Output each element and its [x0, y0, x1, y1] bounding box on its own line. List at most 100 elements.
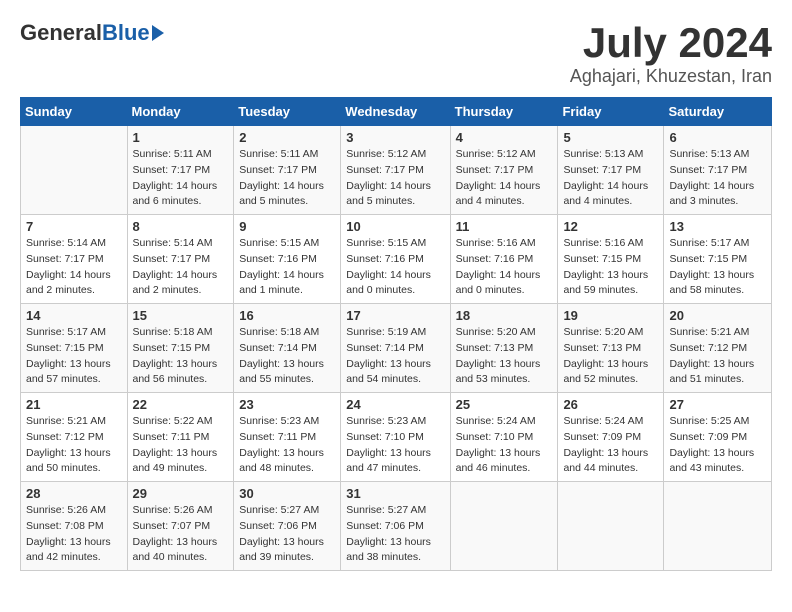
header-day-saturday: Saturday	[664, 98, 772, 126]
day-info: Sunrise: 5:24 AMSunset: 7:10 PMDaylight:…	[456, 414, 553, 477]
day-number: 29	[133, 486, 229, 501]
calendar-cell: 3Sunrise: 5:12 AMSunset: 7:17 PMDaylight…	[341, 126, 450, 215]
day-number: 13	[669, 219, 766, 234]
day-info: Sunrise: 5:21 AMSunset: 7:12 PMDaylight:…	[26, 414, 122, 477]
page-header: General Blue July 2024 Aghajari, Khuzest…	[20, 20, 772, 87]
day-number: 22	[133, 397, 229, 412]
day-number: 10	[346, 219, 444, 234]
day-number: 21	[26, 397, 122, 412]
day-number: 15	[133, 308, 229, 323]
week-row-1: 1 Sunrise: 5:11 AMSunset: 7:17 PMDaylight…	[21, 126, 772, 215]
header-day-sunday: Sunday	[21, 98, 128, 126]
calendar-cell: 29 Sunrise: 5:26 AMSunset: 7:07 PMDayligh…	[127, 482, 234, 571]
day-number: 31	[346, 486, 444, 501]
location-title: Aghajari, Khuzestan, Iran	[570, 66, 772, 87]
calendar-cell: 16Sunrise: 5:18 AMSunset: 7:14 PMDayligh…	[234, 304, 341, 393]
day-number: 27	[669, 397, 766, 412]
calendar-cell	[450, 482, 558, 571]
header-day-wednesday: Wednesday	[341, 98, 450, 126]
day-number: 25	[456, 397, 553, 412]
day-number: 9	[239, 219, 335, 234]
day-info: Sunrise: 5:20 AMSunset: 7:13 PMDaylight:…	[563, 325, 658, 388]
calendar-cell: 17Sunrise: 5:19 AMSunset: 7:14 PMDayligh…	[341, 304, 450, 393]
day-info: Sunrise: 5:16 AMSunset: 7:16 PMDaylight:…	[456, 236, 553, 299]
header-day-friday: Friday	[558, 98, 664, 126]
logo-arrow-icon	[152, 25, 164, 41]
day-info: Sunrise: 5:14 AMSunset: 7:17 PMDaylight:…	[133, 236, 229, 299]
day-info: Sunrise: 5:27 AMSunset: 7:06 PMDaylight:…	[239, 503, 335, 566]
calendar-cell: 23Sunrise: 5:23 AMSunset: 7:11 PMDayligh…	[234, 393, 341, 482]
logo-general-text: General	[20, 20, 102, 46]
calendar-cell: 13 Sunrise: 5:17 AMSunset: 7:15 PMDayligh…	[664, 215, 772, 304]
calendar-cell: 21 Sunrise: 5:21 AMSunset: 7:12 PMDayligh…	[21, 393, 128, 482]
calendar-cell: 25 Sunrise: 5:24 AMSunset: 7:10 PMDayligh…	[450, 393, 558, 482]
day-info: Sunrise: 5:11 AMSunset: 7:17 PMDaylight:…	[239, 147, 335, 210]
calendar-cell: 19 Sunrise: 5:20 AMSunset: 7:13 PMDayligh…	[558, 304, 664, 393]
calendar-cell: 28 Sunrise: 5:26 AMSunset: 7:08 PMDayligh…	[21, 482, 128, 571]
calendar-table: SundayMondayTuesdayWednesdayThursdayFrid…	[20, 97, 772, 571]
calendar-cell: 9Sunrise: 5:15 AMSunset: 7:16 PMDaylight…	[234, 215, 341, 304]
month-title: July 2024	[570, 20, 772, 66]
day-number: 7	[26, 219, 122, 234]
calendar-cell: 1 Sunrise: 5:11 AMSunset: 7:17 PMDaylight…	[127, 126, 234, 215]
calendar-cell: 5 Sunrise: 5:13 AMSunset: 7:17 PMDaylight…	[558, 126, 664, 215]
week-row-4: 21 Sunrise: 5:21 AMSunset: 7:12 PMDayligh…	[21, 393, 772, 482]
day-info: Sunrise: 5:12 AMSunset: 7:17 PMDaylight:…	[456, 147, 553, 210]
day-info: Sunrise: 5:15 AMSunset: 7:16 PMDaylight:…	[346, 236, 444, 299]
day-info: Sunrise: 5:23 AMSunset: 7:10 PMDaylight:…	[346, 414, 444, 477]
day-number: 16	[239, 308, 335, 323]
calendar-cell: 7 Sunrise: 5:14 AMSunset: 7:17 PMDaylight…	[21, 215, 128, 304]
header-row: SundayMondayTuesdayWednesdayThursdayFrid…	[21, 98, 772, 126]
calendar-cell: 24 Sunrise: 5:23 AMSunset: 7:10 PMDayligh…	[341, 393, 450, 482]
day-number: 19	[563, 308, 658, 323]
calendar-cell: 2Sunrise: 5:11 AMSunset: 7:17 PMDaylight…	[234, 126, 341, 215]
calendar-cell: 22Sunrise: 5:22 AMSunset: 7:11 PMDayligh…	[127, 393, 234, 482]
calendar-cell	[21, 126, 128, 215]
logo: General Blue	[20, 20, 164, 46]
day-info: Sunrise: 5:11 AMSunset: 7:17 PMDaylight:…	[133, 147, 229, 210]
day-info: Sunrise: 5:12 AMSunset: 7:17 PMDaylight:…	[346, 147, 444, 210]
calendar-cell: 4 Sunrise: 5:12 AMSunset: 7:17 PMDaylight…	[450, 126, 558, 215]
day-info: Sunrise: 5:26 AMSunset: 7:08 PMDaylight:…	[26, 503, 122, 566]
day-info: Sunrise: 5:26 AMSunset: 7:07 PMDaylight:…	[133, 503, 229, 566]
day-info: Sunrise: 5:14 AMSunset: 7:17 PMDaylight:…	[26, 236, 122, 299]
day-info: Sunrise: 5:17 AMSunset: 7:15 PMDaylight:…	[669, 236, 766, 299]
day-info: Sunrise: 5:20 AMSunset: 7:13 PMDaylight:…	[456, 325, 553, 388]
day-number: 11	[456, 219, 553, 234]
day-info: Sunrise: 5:17 AMSunset: 7:15 PMDaylight:…	[26, 325, 122, 388]
calendar-cell: 15 Sunrise: 5:18 AMSunset: 7:15 PMDayligh…	[127, 304, 234, 393]
calendar-cell: 20Sunrise: 5:21 AMSunset: 7:12 PMDayligh…	[664, 304, 772, 393]
day-number: 12	[563, 219, 658, 234]
day-info: Sunrise: 5:18 AMSunset: 7:15 PMDaylight:…	[133, 325, 229, 388]
day-number: 17	[346, 308, 444, 323]
title-section: July 2024 Aghajari, Khuzestan, Iran	[570, 20, 772, 87]
calendar-cell: 14 Sunrise: 5:17 AMSunset: 7:15 PMDayligh…	[21, 304, 128, 393]
calendar-cell	[558, 482, 664, 571]
day-number: 28	[26, 486, 122, 501]
day-number: 14	[26, 308, 122, 323]
day-info: Sunrise: 5:21 AMSunset: 7:12 PMDaylight:…	[669, 325, 766, 388]
day-info: Sunrise: 5:13 AMSunset: 7:17 PMDaylight:…	[563, 147, 658, 210]
calendar-header: SundayMondayTuesdayWednesdayThursdayFrid…	[21, 98, 772, 126]
calendar-cell: 30 Sunrise: 5:27 AMSunset: 7:06 PMDayligh…	[234, 482, 341, 571]
day-number: 5	[563, 130, 658, 145]
day-number: 4	[456, 130, 553, 145]
day-info: Sunrise: 5:24 AMSunset: 7:09 PMDaylight:…	[563, 414, 658, 477]
week-row-2: 7 Sunrise: 5:14 AMSunset: 7:17 PMDaylight…	[21, 215, 772, 304]
calendar-cell: 18Sunrise: 5:20 AMSunset: 7:13 PMDayligh…	[450, 304, 558, 393]
day-info: Sunrise: 5:23 AMSunset: 7:11 PMDaylight:…	[239, 414, 335, 477]
day-number: 24	[346, 397, 444, 412]
day-info: Sunrise: 5:16 AMSunset: 7:15 PMDaylight:…	[563, 236, 658, 299]
day-info: Sunrise: 5:25 AMSunset: 7:09 PMDaylight:…	[669, 414, 766, 477]
calendar-cell: 12 Sunrise: 5:16 AMSunset: 7:15 PMDayligh…	[558, 215, 664, 304]
header-day-tuesday: Tuesday	[234, 98, 341, 126]
day-number: 1	[133, 130, 229, 145]
day-number: 8	[133, 219, 229, 234]
day-number: 30	[239, 486, 335, 501]
day-number: 26	[563, 397, 658, 412]
calendar-body: 1 Sunrise: 5:11 AMSunset: 7:17 PMDaylight…	[21, 126, 772, 571]
calendar-cell: 31Sunrise: 5:27 AMSunset: 7:06 PMDayligh…	[341, 482, 450, 571]
calendar-cell: 10 Sunrise: 5:15 AMSunset: 7:16 PMDayligh…	[341, 215, 450, 304]
calendar-cell: 26 Sunrise: 5:24 AMSunset: 7:09 PMDayligh…	[558, 393, 664, 482]
calendar-cell	[664, 482, 772, 571]
